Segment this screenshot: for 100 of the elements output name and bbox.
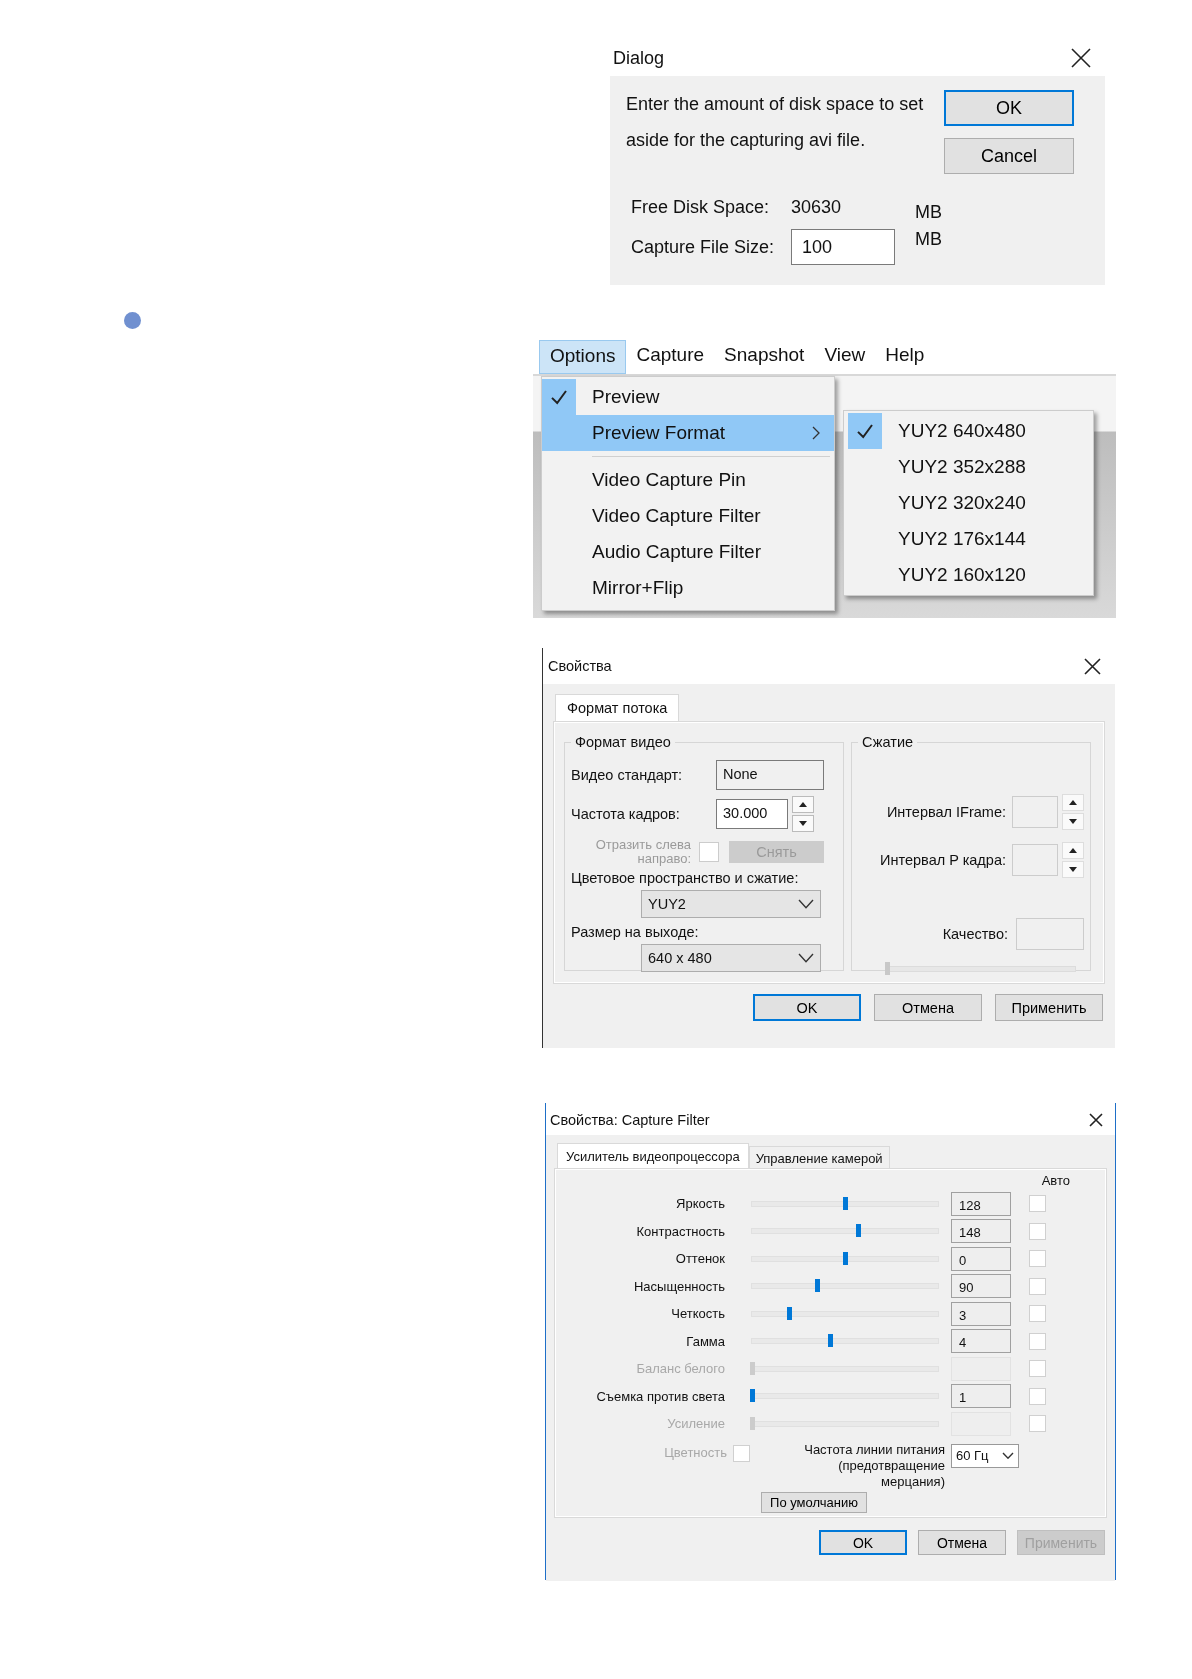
slider-thumb[interactable] bbox=[815, 1279, 821, 1293]
menu-item[interactable]: YUY2 352x288 bbox=[848, 449, 1093, 485]
value-field[interactable]: 148 bbox=[951, 1219, 1011, 1244]
field-label: Качество: bbox=[942, 926, 1008, 942]
value-field[interactable]: 0 bbox=[951, 1246, 1011, 1271]
slider-thumb[interactable] bbox=[843, 1196, 848, 1210]
checkbox[interactable] bbox=[1029, 1387, 1046, 1405]
menu-bar-item[interactable]: Capture bbox=[626, 340, 715, 374]
window-title: Свойства bbox=[548, 658, 612, 674]
menu-item[interactable]: YUY2 320x240 bbox=[848, 485, 1093, 521]
input-field[interactable]: 30.000 bbox=[716, 799, 788, 829]
menu-item[interactable]: Preview Format bbox=[542, 415, 834, 451]
menu-bar-item[interactable]: Options bbox=[539, 340, 627, 374]
slider[interactable] bbox=[751, 1255, 939, 1262]
field-label: Интервал P кадра: bbox=[880, 852, 1006, 868]
field-value: 30630 bbox=[791, 197, 843, 218]
slider-thumb[interactable] bbox=[828, 1334, 834, 1348]
input-field[interactable]: 100 bbox=[791, 229, 895, 265]
check-icon bbox=[550, 388, 568, 406]
value-field[interactable]: 3 bbox=[951, 1301, 1011, 1326]
group-title: Формат видео bbox=[574, 734, 672, 750]
chevron-down-icon bbox=[1002, 1452, 1014, 1459]
slider-label: Насыщенность bbox=[632, 1278, 726, 1294]
unit-label: MB bbox=[915, 229, 943, 250]
slider-label: Съемка против света bbox=[595, 1388, 726, 1404]
slider-label: Баланс белого bbox=[635, 1361, 726, 1377]
checkbox-label: Цветность bbox=[664, 1444, 727, 1460]
up-triangle-icon bbox=[1069, 800, 1077, 805]
dropdown[interactable]: YUY2 bbox=[641, 890, 821, 918]
slider-label: Оттенок bbox=[674, 1251, 726, 1267]
chevron-down-icon bbox=[798, 899, 814, 909]
menu-bar-item[interactable]: Help bbox=[875, 340, 935, 374]
slider[interactable] bbox=[751, 1365, 939, 1372]
field-label: Free Disk Space: bbox=[631, 197, 771, 218]
spin-down-button[interactable] bbox=[792, 815, 814, 832]
menu-item[interactable]: Audio Capture Filter bbox=[542, 534, 834, 570]
button[interactable]: OK bbox=[753, 994, 861, 1021]
column-header: Авто bbox=[1040, 1173, 1071, 1190]
dropdown[interactable]: 60 Гц bbox=[951, 1443, 1019, 1468]
checkbox[interactable] bbox=[1029, 1305, 1046, 1323]
menu-item[interactable]: YUY2 160x120 bbox=[848, 557, 1093, 593]
bullet-dot bbox=[124, 312, 141, 329]
button[interactable]: OK bbox=[819, 1530, 907, 1555]
field-label: Capture File Size: bbox=[631, 236, 776, 258]
checkbox[interactable] bbox=[1029, 1250, 1046, 1268]
down-triangle-icon bbox=[1069, 819, 1077, 824]
field-label: Частота кадров: bbox=[571, 806, 681, 822]
menu-item[interactable]: Mirror+Flip bbox=[542, 570, 834, 606]
spin-up-button[interactable] bbox=[792, 796, 814, 813]
tab[interactable]: Формат потока bbox=[555, 694, 680, 721]
input-field[interactable]: None bbox=[716, 760, 824, 790]
chevron-down-icon bbox=[798, 953, 814, 963]
field-label: Размер на выходе: bbox=[571, 924, 700, 940]
unit-label: MB bbox=[915, 202, 943, 223]
window-title: Dialog bbox=[613, 47, 665, 69]
menu-bar-item[interactable]: View bbox=[814, 340, 876, 374]
slider-label: Яркость bbox=[675, 1196, 726, 1212]
field-label: Видео стандарт: bbox=[571, 767, 684, 783]
checkbox[interactable] bbox=[1029, 1332, 1046, 1350]
dropdown[interactable]: 640 x 480 bbox=[641, 944, 821, 972]
slider[interactable] bbox=[751, 1420, 939, 1427]
menu-item[interactable]: Video Capture Pin bbox=[542, 462, 834, 498]
field-label: Частота линии питания (предотвращение мерцания) bbox=[803, 1441, 945, 1490]
slider-thumb[interactable] bbox=[750, 1389, 755, 1403]
menu-item[interactable]: Video Capture Filter bbox=[542, 498, 834, 534]
field-label: Интервал IFrame: bbox=[886, 804, 1006, 820]
button[interactable]: По умолчанию bbox=[761, 1491, 867, 1513]
tab[interactable]: Усилитель видеопроцессора bbox=[557, 1143, 749, 1168]
button[interactable]: Cancel bbox=[944, 138, 1074, 174]
slider-thumb[interactable] bbox=[787, 1306, 793, 1320]
menu-item[interactable]: YUY2 176x144 bbox=[848, 521, 1093, 557]
slider-thumb[interactable] bbox=[843, 1251, 848, 1265]
group-title: Сжатие bbox=[861, 734, 915, 750]
slider[interactable] bbox=[751, 1310, 939, 1317]
slider[interactable] bbox=[751, 1200, 939, 1207]
button[interactable]: OK bbox=[944, 90, 1074, 126]
checkbox[interactable] bbox=[1029, 1222, 1046, 1240]
down-triangle-icon bbox=[799, 821, 807, 826]
close-icon[interactable] bbox=[1089, 1113, 1103, 1127]
checkbox[interactable] bbox=[1029, 1195, 1046, 1213]
checkbox[interactable] bbox=[1029, 1277, 1046, 1295]
tab[interactable]: Управление камерой bbox=[748, 1146, 890, 1168]
menu-item[interactable]: Preview bbox=[542, 379, 834, 415]
menu-bar-item[interactable]: Snapshot bbox=[714, 340, 815, 374]
value-field[interactable]: 1 bbox=[951, 1384, 1011, 1409]
window-title: Свойства: Capture Filter bbox=[550, 1112, 710, 1128]
value-field[interactable]: 128 bbox=[951, 1191, 1011, 1216]
slider-label: Гамма bbox=[685, 1333, 726, 1349]
value-field[interactable]: 90 bbox=[951, 1274, 1011, 1299]
down-triangle-icon bbox=[1069, 867, 1077, 872]
slider-label: Усиление bbox=[666, 1416, 726, 1432]
button[interactable]: Применить bbox=[995, 994, 1103, 1021]
close-icon[interactable] bbox=[1084, 657, 1101, 675]
chevron-right-icon bbox=[812, 426, 820, 440]
slider-thumb[interactable] bbox=[856, 1224, 861, 1238]
button[interactable]: Отмена bbox=[874, 994, 982, 1021]
button[interactable]: Отмена bbox=[918, 1530, 1006, 1555]
menu-item[interactable]: YUY2 640x480 bbox=[848, 413, 1093, 449]
close-icon[interactable] bbox=[1071, 48, 1091, 68]
value-field[interactable]: 4 bbox=[951, 1329, 1011, 1354]
